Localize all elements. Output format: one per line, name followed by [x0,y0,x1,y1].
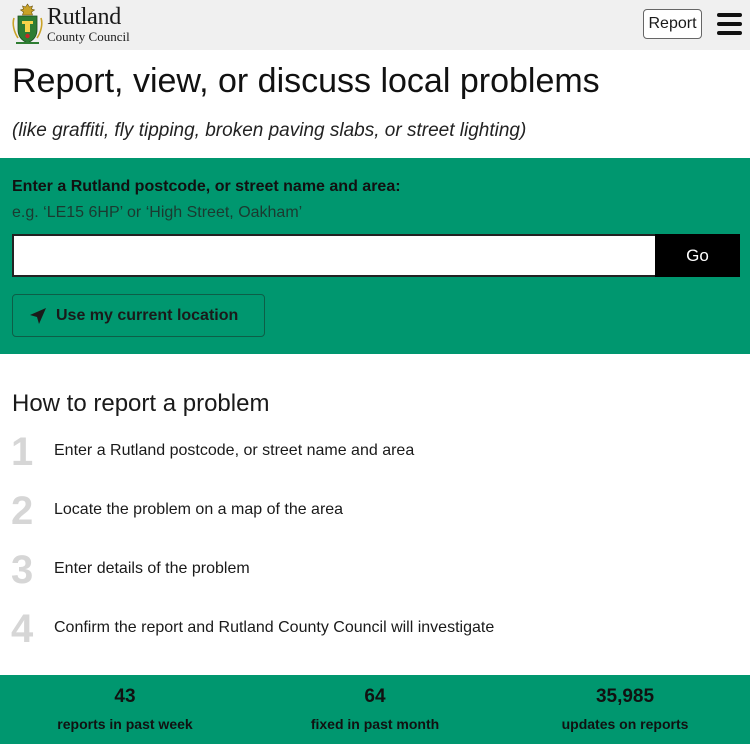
site-logo[interactable]: Rutland County Council [12,3,130,46]
step-item: 2 Locate the problem on a map of the are… [0,489,750,548]
search-hint: e.g. ‘LE15 6HP’ or ‘High Street, Oakham’ [12,204,303,221]
search-label: Enter a Rutland postcode, or street name… [12,178,401,195]
report-button[interactable]: Report [643,9,702,39]
step-text: Locate the problem on a map of the area [54,501,344,518]
location-button-label: Use my current location [56,306,239,324]
step-number: 1 [11,430,34,474]
stat-label: reports in past week [57,716,193,732]
step-item: 1 Enter a Rutland postcode, or street na… [0,430,750,489]
step-text: Enter details of the problem [54,560,250,577]
stat-updates-on-reports: 35,985 updates on reports [500,675,750,744]
use-current-location-button[interactable]: Use my current location [12,294,265,337]
stat-value: 43 [114,686,136,707]
step-number: 4 [11,607,34,651]
hamburger-menu-icon[interactable] [717,13,742,35]
location-arrow-icon [30,307,46,324]
step-text: Confirm the report and Rutland County Co… [54,619,495,636]
page-subtitle: (like graffiti, fly tipping, broken pavi… [12,120,527,141]
stat-label: updates on reports [561,716,689,732]
how-to-title: How to report a problem [12,390,270,417]
stat-value: 64 [364,686,386,707]
step-item: 4 Confirm the report and Rutland County … [0,607,750,666]
step-item: 3 Enter details of the problem [0,548,750,607]
postcode-search-panel: Enter a Rutland postcode, or street name… [0,158,750,354]
postcode-input[interactable] [12,234,656,277]
site-header: Rutland County Council Report [0,0,750,50]
stat-fixed-past-month: 64 fixed in past month [250,675,500,744]
go-button[interactable]: Go [655,234,740,277]
step-text: Enter a Rutland postcode, or street name… [54,442,415,459]
logo-name: Rutland [47,4,121,30]
step-number: 3 [11,548,34,592]
county-crest-icon [12,3,43,44]
how-to-steps: 1 Enter a Rutland postcode, or street na… [0,430,750,666]
logo-subtitle: County Council [47,29,130,44]
stat-reports-past-week: 43 reports in past week [0,675,250,744]
stat-label: fixed in past month [310,716,440,732]
step-number: 2 [11,489,34,533]
stat-value: 35,985 [595,686,655,707]
page-title: Report, view, or discuss local problems [12,62,600,100]
stats-bar: 43 reports in past week 64 fixed in past… [0,675,750,744]
